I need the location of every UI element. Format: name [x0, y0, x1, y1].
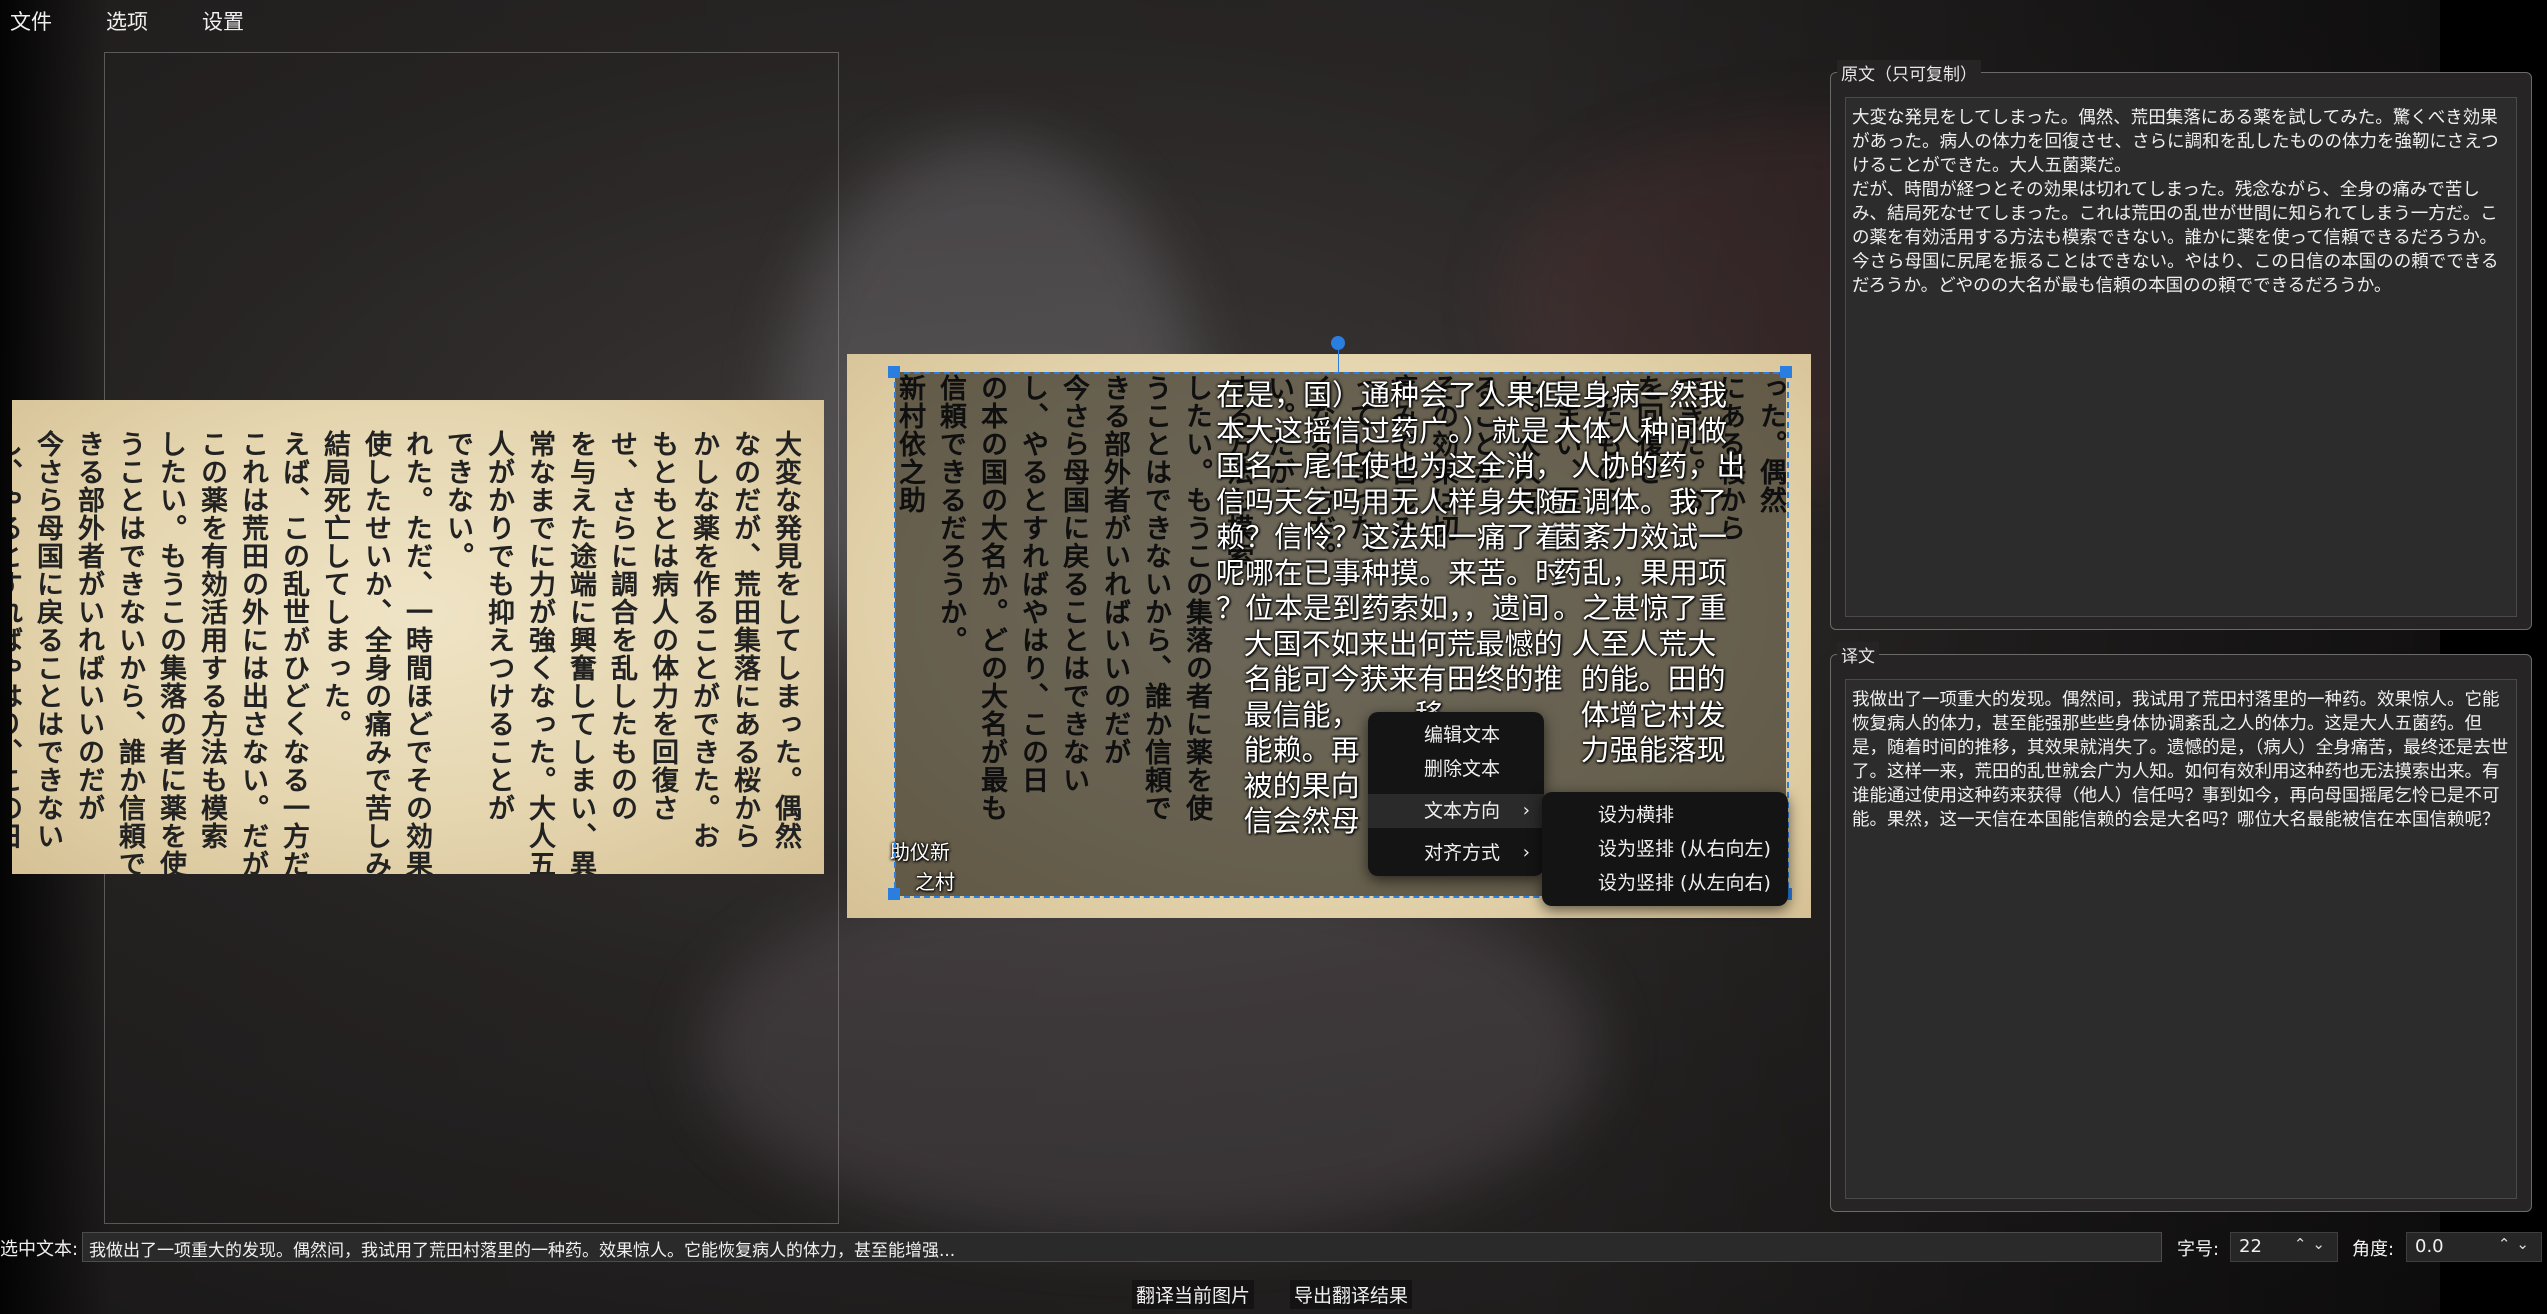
menubar: 文件 选项 设置 — [0, 0, 288, 38]
resize-handle-top-right[interactable] — [1780, 366, 1792, 378]
rotate-handle-line — [1338, 350, 1339, 372]
vertical-text-column: 使したせいか、全身の痛みで苦しみ、 — [360, 430, 391, 874]
set-vertical-ltr-item[interactable]: 设为竖排 (从左向右) — [1542, 866, 1788, 900]
vertical-text-column: 結局死亡してしまった。 — [319, 430, 350, 738]
align-label: 对齐方式 — [1424, 842, 1501, 864]
angle-label: 角度: — [2352, 1239, 2395, 1260]
spin-arrows-icon[interactable]: ⌃⌄ — [2498, 1235, 2535, 1253]
vertical-text-column: 人がかりでも抑えつけることが — [483, 430, 514, 822]
vertical-text-column: し、やるとすればやはり、この日 — [12, 430, 22, 850]
original-image-text: 大変な発見をしてしまった。偶然 なのだが、荒田集落にある桜から かしな薬を作ることが… — [12, 430, 806, 874]
menu-options[interactable]: 选项 — [106, 0, 148, 38]
original-text-title: 原文（只可复制） — [1837, 60, 1981, 85]
vertical-text-column: もともとは病人の体力を回復さ — [647, 430, 678, 822]
vertical-text-column: えば、この乱世がひどくなる一方だ。 — [278, 430, 309, 874]
angle-value: 0.0 — [2415, 1236, 2444, 1257]
vertical-text-column: うことはできないから、誰か信頼で — [114, 430, 145, 874]
context-menu: 编辑文本 删除文本 文本方向 › 对齐方式 › — [1368, 712, 1544, 876]
menu-settings[interactable]: 设置 — [202, 0, 244, 38]
text-direction-item[interactable]: 文本方向 › — [1368, 794, 1544, 828]
selected-text-label: 选中文本: — [0, 1239, 79, 1260]
original-text-group: 原文（只可复制） 大変な発見をしてしまった。偶然、荒田集落にある薬を試してみた。… — [1830, 60, 2532, 630]
vertical-text-column: れた。ただ、一時間ほどでその効果は切 — [401, 430, 432, 874]
font-size-spinbox[interactable]: 22 ⌃⌄ — [2230, 1232, 2338, 1262]
original-text-area[interactable]: 大変な発見をしてしまった。偶然、荒田集落にある薬を試してみた。驚くべき効果があっ… — [1845, 97, 2517, 617]
font-size-label: 字号: — [2177, 1239, 2220, 1260]
translation-text-title: 译文 — [1837, 642, 1879, 667]
delete-text-item[interactable]: 删除文本 — [1368, 752, 1544, 786]
vertical-text-column: 常なまでに力が強くなった。大人五 — [524, 430, 555, 874]
vertical-text-column: これは荒田の外には出さない。だが、 — [237, 430, 268, 874]
edit-text-item[interactable]: 编辑文本 — [1368, 718, 1544, 752]
vertical-text-column: かしな薬を作ることができた。お — [688, 430, 719, 850]
vertical-text-column: できない。 — [442, 430, 473, 570]
text-direction-submenu: 设为横排 设为竖排 (从右向左) 设为竖排 (从左向右) — [1542, 792, 1788, 906]
angle-spinbox[interactable]: 0.0 ⌃⌄ — [2406, 1232, 2542, 1262]
vertical-text-column: せ、さらに調合を乱したものの — [606, 430, 637, 822]
chevron-right-icon: › — [1522, 842, 1530, 863]
set-vertical-rtl-item[interactable]: 设为竖排 (从右向左) — [1542, 832, 1788, 866]
vertical-text-column: 今さら母国に戻ることはできない — [32, 430, 63, 850]
vertical-text-column: この薬を有効活用する方法も模索 — [196, 430, 227, 850]
font-size-value: 22 — [2239, 1236, 2262, 1257]
resize-handle-top-left[interactable] — [888, 366, 900, 378]
resize-handle-bottom-left[interactable] — [888, 888, 900, 900]
rotate-handle[interactable] — [1331, 336, 1345, 350]
chevron-right-icon: › — [1522, 800, 1530, 821]
vertical-text-column: 大変な発見をしてしまった。偶然 — [770, 430, 801, 850]
translation-text-area[interactable]: 我做出了一项重大的发现。偶然间，我试用了荒田村落里的一种药。效果惊人。它能恢复病… — [1845, 679, 2517, 1199]
vertical-text-column: なのだが、荒田集落にある桜から — [729, 430, 760, 850]
selected-text-input[interactable]: 我做出了一项重大的发现。偶然间，我试用了荒田村落里的一种药。效果惊人。它能恢复病… — [82, 1232, 2162, 1262]
translation-text-group: 译文 我做出了一项重大的发现。偶然间，我试用了荒田村落里的一种药。效果惊人。它能… — [1830, 642, 2532, 1212]
vertical-text-column: きる部外者がいればいいのだが — [73, 430, 104, 822]
export-translation-button[interactable]: 导出翻译结果 — [1290, 1280, 1413, 1309]
menu-file[interactable]: 文件 — [10, 0, 52, 38]
align-item[interactable]: 对齐方式 › — [1368, 836, 1544, 870]
text-direction-label: 文本方向 — [1424, 800, 1501, 822]
vertical-text-column: したい。もうこの集落の者に薬を使 — [155, 430, 186, 874]
translate-current-image-button[interactable]: 翻译当前图片 — [1132, 1280, 1255, 1309]
set-horizontal-item[interactable]: 设为横排 — [1542, 798, 1788, 832]
original-image: 大変な発見をしてしまった。偶然 なのだが、荒田集落にある桜から かしな薬を作ることが… — [12, 400, 824, 874]
spin-arrows-icon[interactable]: ⌃⌄ — [2294, 1235, 2331, 1253]
vertical-text-column: を与えた途端に興奮してしまい、異 — [565, 430, 596, 874]
